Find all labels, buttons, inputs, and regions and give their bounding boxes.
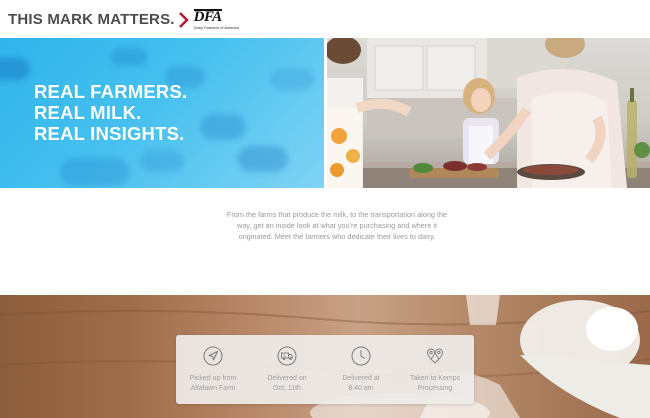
tracker-step-label: Delivered at 8:40 am — [324, 374, 398, 394]
tracker-step-processing[interactable]: Taken to Kemps Processing — [398, 335, 472, 404]
hero-headline: REAL FARMERS. REAL MILK. REAL INSIGHTS. — [34, 81, 187, 144]
dfa-logo-subtext: Dairy Farmers of America — [193, 25, 239, 30]
brand-tagline: THIS MARK MATTERS. — [8, 11, 175, 28]
site-header: THIS MARK MATTERS. DFA Dairy Farmers of … — [0, 0, 650, 38]
bokeh-shape — [200, 114, 246, 140]
tracker-step-label-line: Alfalawn Farm — [190, 385, 236, 392]
tracker-step-label: Taken to Kemps Processing — [398, 374, 472, 394]
tracker-step-label-line: Picked up from — [189, 375, 237, 382]
hero-banner: REAL FARMERS. REAL MILK. REAL INSIGHTS. — [0, 38, 324, 188]
bokeh-shape — [60, 158, 130, 186]
family-cooking-photo — [327, 38, 650, 188]
tracker-step-pickup[interactable]: Picked up from Alfalawn Farm — [176, 335, 250, 404]
bokeh-shape — [140, 150, 184, 172]
intro-section: From the farms that produce the milk, to… — [0, 188, 650, 295]
tracker-step-label-line: Delivered at — [342, 375, 380, 382]
intro-paragraph: From the farms that produce the milk, to… — [226, 210, 448, 241]
tracker-step-label-line: Oct. 11th — [273, 385, 301, 392]
dfa-logo-mark: DFA — [193, 9, 222, 25]
hero-headline-line: REAL MILK. — [34, 102, 142, 123]
tracker-step-label-line: 8:40 am — [348, 385, 374, 392]
tracker-step-label-line: Taken to Kemps — [409, 375, 461, 382]
bokeh-shape — [110, 48, 148, 66]
hero-headline-line: REAL INSIGHTS. — [34, 123, 185, 144]
photo-illustration — [327, 38, 650, 188]
tracker-step-label-line: Processing — [417, 385, 453, 392]
bokeh-shape — [270, 68, 314, 90]
map-pins-icon — [427, 348, 443, 364]
tracker-step-label: Delivered on Oct. 11th — [250, 374, 324, 394]
hero-headline-line: REAL FARMERS. — [34, 81, 188, 102]
delivery-truck-icon: $ — [277, 346, 297, 366]
tracker-step-delivered-time[interactable]: Delivered at 8:40 am — [324, 335, 398, 404]
tracker-step-label-line: Delivered on — [267, 375, 307, 382]
dfa-logo: DFA Dairy Farmers of America — [193, 9, 239, 30]
navigation-arrow-icon — [203, 346, 223, 366]
bokeh-shape — [0, 58, 30, 80]
bokeh-shape — [238, 146, 288, 172]
svg-text:$: $ — [283, 354, 285, 358]
milk-tracker-panel: Picked up from Alfalawn Farm $ Delivered… — [176, 335, 474, 404]
brand[interactable]: THIS MARK MATTERS. DFA Dairy Farmers of … — [8, 9, 239, 30]
chevron-right-icon — [178, 11, 189, 28]
tracker-step-delivered-date[interactable]: $ Delivered on Oct. 11th — [250, 335, 324, 404]
clock-icon — [351, 346, 371, 366]
tracker-step-label: Picked up from Alfalawn Farm — [176, 374, 250, 394]
